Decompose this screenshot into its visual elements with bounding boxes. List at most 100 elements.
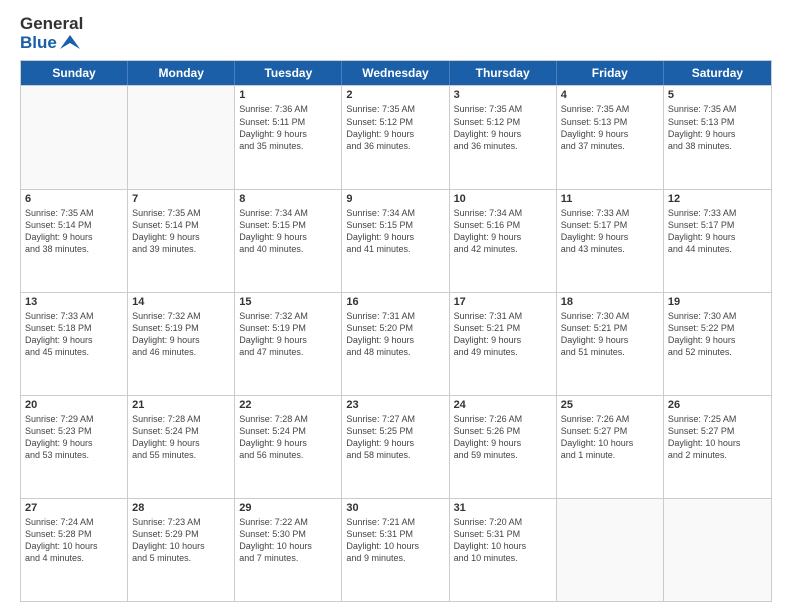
day-number: 14	[132, 296, 230, 308]
day-number: 24	[454, 399, 552, 411]
day-cell-19: 19 Sunrise: 7:30 AM Sunset: 5:22 PM Dayli…	[664, 293, 771, 395]
day-info: Sunrise: 7:22 AM Sunset: 5:30 PM Dayligh…	[239, 516, 337, 565]
day-number: 1	[239, 89, 337, 101]
day-info: Sunrise: 7:27 AM Sunset: 5:25 PM Dayligh…	[346, 413, 444, 462]
day-info: Sunrise: 7:34 AM Sunset: 5:15 PM Dayligh…	[346, 207, 444, 256]
day-cell-29: 29 Sunrise: 7:22 AM Sunset: 5:30 PM Dayli…	[235, 499, 342, 601]
day-number: 3	[454, 89, 552, 101]
day-info: Sunrise: 7:28 AM Sunset: 5:24 PM Dayligh…	[132, 413, 230, 462]
day-info: Sunrise: 7:33 AM Sunset: 5:18 PM Dayligh…	[25, 310, 123, 359]
day-cell-10: 10Sunrise: 7:34 AM Sunset: 5:16 PM Dayli…	[450, 190, 557, 292]
weekday-header-saturday: Saturday	[664, 61, 771, 85]
day-cell-1: 1 Sunrise: 7:36 AM Sunset: 5:11 PM Daylig…	[235, 86, 342, 188]
empty-cell-4-6	[664, 499, 771, 601]
calendar: SundayMondayTuesdayWednesdayThursdayFrid…	[20, 60, 772, 602]
day-cell-21: 21 Sunrise: 7:28 AM Sunset: 5:24 PM Dayli…	[128, 396, 235, 498]
calendar-row-1: 1 Sunrise: 7:36 AM Sunset: 5:11 PM Daylig…	[21, 85, 771, 188]
day-number: 23	[346, 399, 444, 411]
day-info: Sunrise: 7:35 AM Sunset: 5:12 PM Dayligh…	[346, 103, 444, 152]
day-info: Sunrise: 7:29 AM Sunset: 5:23 PM Dayligh…	[25, 413, 123, 462]
day-cell-13: 13 Sunrise: 7:33 AM Sunset: 5:18 PM Dayli…	[21, 293, 128, 395]
day-number: 15	[239, 296, 337, 308]
logo-blue: Blue	[20, 34, 83, 53]
day-cell-14: 14Sunrise: 7:32 AM Sunset: 5:19 PM Dayli…	[128, 293, 235, 395]
calendar-row-5: 27Sunrise: 7:24 AM Sunset: 5:28 PM Dayli…	[21, 498, 771, 601]
day-cell-8: 8 Sunrise: 7:34 AM Sunset: 5:15 PM Daylig…	[235, 190, 342, 292]
day-info: Sunrise: 7:35 AM Sunset: 5:14 PM Dayligh…	[132, 207, 230, 256]
day-cell-3: 3 Sunrise: 7:35 AM Sunset: 5:12 PM Daylig…	[450, 86, 557, 188]
day-number: 30	[346, 502, 444, 514]
logo-general: General	[20, 15, 83, 34]
day-cell-16: 16Sunrise: 7:31 AM Sunset: 5:20 PM Dayli…	[342, 293, 449, 395]
weekday-header-wednesday: Wednesday	[342, 61, 449, 85]
day-cell-7: 7 Sunrise: 7:35 AM Sunset: 5:14 PM Daylig…	[128, 190, 235, 292]
day-number: 29	[239, 502, 337, 514]
day-number: 31	[454, 502, 552, 514]
day-number: 19	[668, 296, 767, 308]
day-cell-30: 30 Sunrise: 7:21 AM Sunset: 5:31 PM Dayli…	[342, 499, 449, 601]
calendar-header: SundayMondayTuesdayWednesdayThursdayFrid…	[21, 61, 771, 85]
day-number: 9	[346, 193, 444, 205]
day-info: Sunrise: 7:35 AM Sunset: 5:13 PM Dayligh…	[668, 103, 767, 152]
day-number: 21	[132, 399, 230, 411]
weekday-header-tuesday: Tuesday	[235, 61, 342, 85]
day-info: Sunrise: 7:35 AM Sunset: 5:12 PM Dayligh…	[454, 103, 552, 152]
weekday-header-sunday: Sunday	[21, 61, 128, 85]
day-info: Sunrise: 7:34 AM Sunset: 5:15 PM Dayligh…	[239, 207, 337, 256]
day-info: Sunrise: 7:33 AM Sunset: 5:17 PM Dayligh…	[668, 207, 767, 256]
day-info: Sunrise: 7:33 AM Sunset: 5:17 PM Dayligh…	[561, 207, 659, 256]
empty-cell-0-1	[128, 86, 235, 188]
day-info: Sunrise: 7:36 AM Sunset: 5:11 PM Dayligh…	[239, 103, 337, 152]
day-info: Sunrise: 7:32 AM Sunset: 5:19 PM Dayligh…	[239, 310, 337, 359]
calendar-body: 1 Sunrise: 7:36 AM Sunset: 5:11 PM Daylig…	[21, 85, 771, 601]
day-info: Sunrise: 7:23 AM Sunset: 5:29 PM Dayligh…	[132, 516, 230, 565]
day-number: 22	[239, 399, 337, 411]
day-info: Sunrise: 7:25 AM Sunset: 5:27 PM Dayligh…	[668, 413, 767, 462]
day-cell-28: 28 Sunrise: 7:23 AM Sunset: 5:29 PM Dayli…	[128, 499, 235, 601]
day-cell-4: 4Sunrise: 7:35 AM Sunset: 5:13 PM Daylig…	[557, 86, 664, 188]
day-info: Sunrise: 7:26 AM Sunset: 5:26 PM Dayligh…	[454, 413, 552, 462]
day-number: 17	[454, 296, 552, 308]
day-number: 13	[25, 296, 123, 308]
day-number: 2	[346, 89, 444, 101]
header: General Blue	[20, 15, 772, 52]
day-cell-31: 31 Sunrise: 7:20 AM Sunset: 5:31 PM Dayli…	[450, 499, 557, 601]
day-cell-27: 27Sunrise: 7:24 AM Sunset: 5:28 PM Dayli…	[21, 499, 128, 601]
day-info: Sunrise: 7:21 AM Sunset: 5:31 PM Dayligh…	[346, 516, 444, 565]
day-cell-2: 2 Sunrise: 7:35 AM Sunset: 5:12 PM Daylig…	[342, 86, 449, 188]
day-cell-6: 6Sunrise: 7:35 AM Sunset: 5:14 PM Daylig…	[21, 190, 128, 292]
day-number: 7	[132, 193, 230, 205]
day-info: Sunrise: 7:30 AM Sunset: 5:22 PM Dayligh…	[668, 310, 767, 359]
day-cell-11: 11 Sunrise: 7:33 AM Sunset: 5:17 PM Dayli…	[557, 190, 664, 292]
day-number: 25	[561, 399, 659, 411]
day-info: Sunrise: 7:28 AM Sunset: 5:24 PM Dayligh…	[239, 413, 337, 462]
day-number: 10	[454, 193, 552, 205]
page: General Blue SundayMondayTuesdayWednesda…	[0, 0, 792, 612]
calendar-row-4: 20Sunrise: 7:29 AM Sunset: 5:23 PM Dayli…	[21, 395, 771, 498]
day-number: 11	[561, 193, 659, 205]
day-cell-15: 15 Sunrise: 7:32 AM Sunset: 5:19 PM Dayli…	[235, 293, 342, 395]
day-info: Sunrise: 7:35 AM Sunset: 5:14 PM Dayligh…	[25, 207, 123, 256]
day-info: Sunrise: 7:30 AM Sunset: 5:21 PM Dayligh…	[561, 310, 659, 359]
logo: General Blue	[20, 15, 83, 52]
day-number: 26	[668, 399, 767, 411]
day-number: 28	[132, 502, 230, 514]
weekday-header-monday: Monday	[128, 61, 235, 85]
empty-cell-4-5	[557, 499, 664, 601]
day-cell-12: 12Sunrise: 7:33 AM Sunset: 5:17 PM Dayli…	[664, 190, 771, 292]
day-cell-5: 5Sunrise: 7:35 AM Sunset: 5:13 PM Daylig…	[664, 86, 771, 188]
day-info: Sunrise: 7:26 AM Sunset: 5:27 PM Dayligh…	[561, 413, 659, 462]
day-cell-23: 23 Sunrise: 7:27 AM Sunset: 5:25 PM Dayli…	[342, 396, 449, 498]
day-cell-18: 18Sunrise: 7:30 AM Sunset: 5:21 PM Dayli…	[557, 293, 664, 395]
day-info: Sunrise: 7:20 AM Sunset: 5:31 PM Dayligh…	[454, 516, 552, 565]
empty-cell-0-0	[21, 86, 128, 188]
day-info: Sunrise: 7:31 AM Sunset: 5:21 PM Dayligh…	[454, 310, 552, 359]
day-cell-20: 20Sunrise: 7:29 AM Sunset: 5:23 PM Dayli…	[21, 396, 128, 498]
weekday-header-thursday: Thursday	[450, 61, 557, 85]
day-cell-25: 25 Sunrise: 7:26 AM Sunset: 5:27 PM Dayli…	[557, 396, 664, 498]
day-number: 8	[239, 193, 337, 205]
day-cell-24: 24 Sunrise: 7:26 AM Sunset: 5:26 PM Dayli…	[450, 396, 557, 498]
calendar-row-2: 6Sunrise: 7:35 AM Sunset: 5:14 PM Daylig…	[21, 189, 771, 292]
day-cell-17: 17 Sunrise: 7:31 AM Sunset: 5:21 PM Dayli…	[450, 293, 557, 395]
day-number: 16	[346, 296, 444, 308]
